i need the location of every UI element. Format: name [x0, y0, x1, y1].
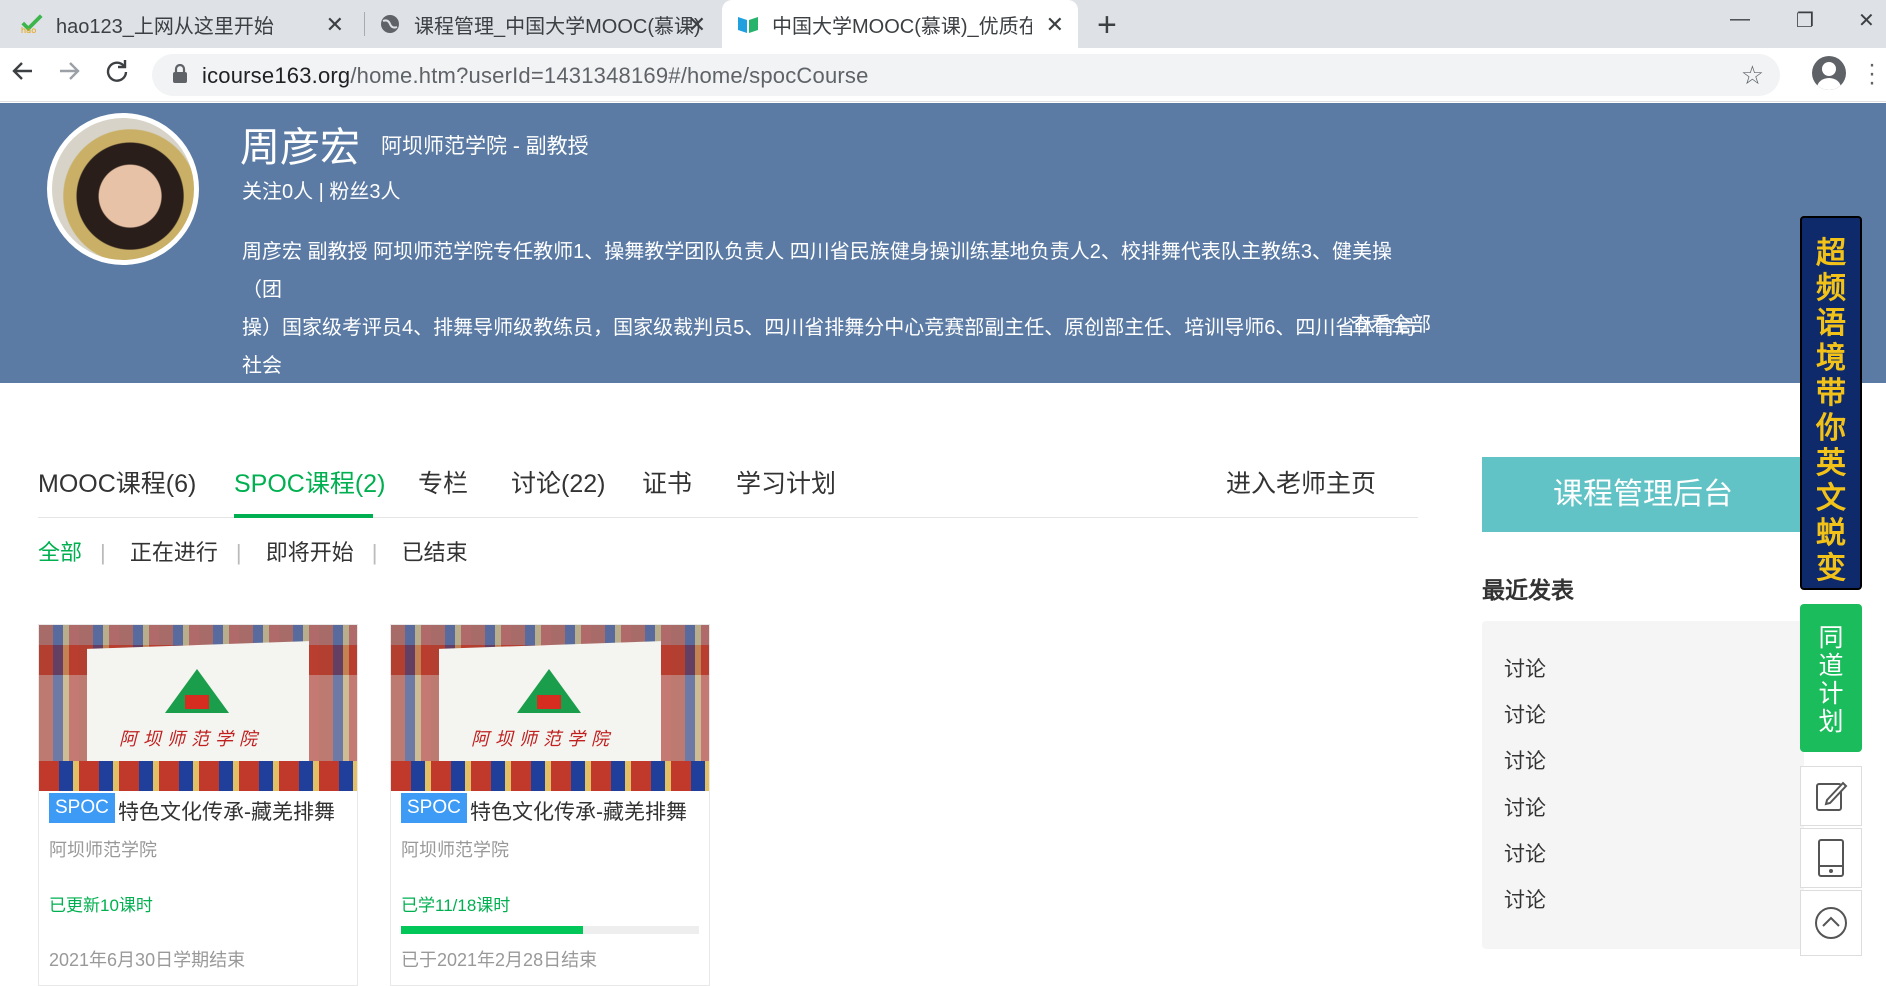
- teacher-name: 周彦宏: [240, 126, 360, 170]
- back-to-top-icon[interactable]: [1800, 890, 1862, 956]
- forward-arrow-icon[interactable]: [56, 58, 82, 91]
- filter-upcoming[interactable]: 即将开始: [266, 540, 354, 565]
- filter-divider: |: [235, 540, 242, 565]
- globe-icon: [378, 12, 402, 36]
- recent-posts-title: 最近发表: [1482, 577, 1574, 603]
- hao123-icon: hao: [20, 12, 44, 36]
- restore-button[interactable]: ❐: [1796, 8, 1814, 33]
- tab-study-plan[interactable]: 学习计划: [736, 464, 836, 500]
- tongdao-char: 划: [1818, 708, 1844, 736]
- filter-ongoing[interactable]: 正在进行: [130, 540, 218, 565]
- course-name[interactable]: 特色文化传承-藏羌排舞: [118, 796, 335, 826]
- bio-line: 体育指导中心操舞专家委员会委员，培训授课导师7、成都市体育局社会体育指导中心操舞…: [242, 393, 1090, 415]
- recent-posts-list: 讨论 讨论 讨论 讨论 讨论 讨论: [1482, 621, 1804, 949]
- course-end-date: 2021年6月30日学期结束: [49, 950, 246, 970]
- browser-tab-title: 课程管理_中国大学MOOC(慕课): [414, 15, 701, 38]
- filter-ended[interactable]: 已结束: [402, 540, 468, 565]
- browser-tab-bar: hao hao123_上网从这里开始 ✕ 课程管理_中国大学MOOC(慕课) ✕…: [0, 0, 1886, 48]
- course-progress-text: 已更新10课时: [49, 896, 153, 915]
- recent-post-item[interactable]: 讨论: [1504, 745, 1546, 775]
- filter-divider: |: [100, 540, 106, 565]
- browser-tab-course-manage[interactable]: 课程管理_中国大学MOOC(慕课) ✕: [370, 0, 720, 48]
- school-logo-accent: [537, 695, 561, 709]
- course-manage-button[interactable]: 课程管理后台: [1482, 457, 1804, 532]
- url-text: icourse163.org/home.htm?userId=143134816…: [202, 63, 869, 89]
- recent-post-item[interactable]: 讨论: [1504, 653, 1546, 683]
- course-cover-image[interactable]: 阿坝师范学院: [39, 625, 357, 791]
- course-school: 阿坝师范学院: [49, 840, 157, 860]
- bio-line: 周彦宏 副教授 阿坝师范学院专任教师1、操舞教学团队负责人 四川省民族健身操训练…: [242, 241, 1393, 301]
- svg-text:hao: hao: [21, 25, 36, 35]
- url-path: /home.htm?userId=1431348169#/home/spocCo…: [350, 63, 869, 88]
- browser-tab-title: hao123_上网从这里开始: [56, 15, 274, 38]
- cover-school-text: 阿坝师范学院: [471, 729, 615, 749]
- cover-costumes: [391, 761, 709, 791]
- tab-spoc[interactable]: SPOC课程(2): [234, 464, 385, 500]
- course-card[interactable]: 阿坝师范学院 SPOC 特色文化传承-藏羌排舞 阿坝师范学院 已学11/18课时…: [390, 624, 710, 986]
- teacher-avatar: [47, 113, 199, 265]
- close-tab-icon[interactable]: ✕: [688, 12, 706, 38]
- spoc-badge: SPOC: [401, 793, 467, 823]
- teacher-home-link[interactable]: 进入老师主页: [1226, 464, 1376, 500]
- course-progress-text: 已学11/18课时: [401, 896, 511, 915]
- spoc-badge: SPOC: [49, 793, 115, 823]
- browser-tab-mooc[interactable]: 中国大学MOOC(慕课)_优质在线 ✕: [722, 0, 1078, 48]
- teacher-bio: 周彦宏 副教授 阿坝师范学院专任教师1、操舞教学团队负责人 四川省民族健身操训练…: [242, 233, 1430, 423]
- follow-stats[interactable]: 关注0人 | 粉丝3人: [242, 175, 401, 204]
- tab-discussion[interactable]: 讨论(22): [511, 464, 605, 500]
- cover-costumes: [39, 761, 357, 791]
- tab-column[interactable]: 专栏: [418, 464, 468, 500]
- edit-icon[interactable]: [1800, 766, 1862, 826]
- url-host: icourse163.org: [202, 63, 351, 88]
- school-logo-accent: [185, 695, 209, 709]
- tongdao-plan-button[interactable]: 同 道 计 划: [1800, 604, 1862, 752]
- profile-banner: 周彦宏 阿坝师范学院 - 副教授 关注0人 | 粉丝3人 周彦宏 副教授 阿坝师…: [0, 103, 1886, 415]
- course-end-date: 已于2021年2月28日结束: [401, 950, 598, 970]
- status-filters: 全部 | 正在进行 | 即将开始 | 已结束: [38, 535, 486, 567]
- course-card[interactable]: 阿坝师范学院 SPOC 特色文化传承-藏羌排舞 阿坝师范学院 已更新10课时 2…: [38, 624, 358, 986]
- active-tab-indicator: [234, 514, 373, 518]
- recent-post-item[interactable]: 讨论: [1504, 792, 1546, 822]
- browser-menu-icon[interactable]: · · ·: [1868, 53, 1876, 95]
- teacher-photo: [52, 118, 194, 260]
- address-bar[interactable]: icourse163.org/home.htm?userId=143134816…: [152, 54, 1780, 96]
- course-name[interactable]: 特色文化传承-藏羌排舞: [470, 796, 687, 826]
- minimize-button[interactable]: —: [1730, 8, 1750, 31]
- course-tabs: MOOC课程(6) SPOC课程(2) 专栏 讨论(22) 证书 学习计划 进入…: [38, 458, 1418, 518]
- browser-tab-hao123[interactable]: hao hao123_上网从这里开始 ✕: [8, 0, 358, 48]
- course-progress-fill: [401, 926, 584, 934]
- filter-all[interactable]: 全部: [38, 540, 82, 565]
- bookmark-star-icon[interactable]: ☆: [1741, 60, 1764, 91]
- course-cover-image[interactable]: 阿坝师范学院: [391, 625, 709, 791]
- promo-char: 变: [1816, 552, 1846, 585]
- mobile-icon[interactable]: [1800, 828, 1862, 888]
- mooc-icon: [736, 12, 760, 36]
- bio-line: 操）国家级考评员4、排舞导师级教练员，国家级裁判员5、四川省排舞分中心竞赛部副主…: [242, 317, 1416, 377]
- course-progress-bar: [401, 926, 699, 934]
- close-window-button[interactable]: ✕: [1858, 8, 1875, 33]
- tab-separator: [364, 12, 365, 36]
- back-arrow-icon[interactable]: [10, 58, 36, 91]
- recent-post-item[interactable]: 讨论: [1504, 884, 1546, 914]
- recent-post-item[interactable]: 讨论: [1504, 699, 1546, 729]
- view-all-link[interactable]: 查看全部: [1351, 308, 1431, 337]
- close-tab-icon[interactable]: ✕: [1046, 12, 1064, 38]
- browser-toolbar: icourse163.org/home.htm?userId=143134816…: [0, 48, 1886, 102]
- new-tab-button[interactable]: +: [1097, 6, 1117, 45]
- cover-school-text: 阿坝师范学院: [119, 729, 263, 749]
- course-school: 阿坝师范学院: [401, 840, 509, 860]
- tab-certificate[interactable]: 证书: [642, 464, 692, 500]
- lock-icon: [172, 63, 188, 89]
- reload-icon[interactable]: [104, 58, 130, 91]
- tab-mooc[interactable]: MOOC课程(6): [38, 464, 196, 500]
- recent-post-item[interactable]: 讨论: [1504, 838, 1546, 868]
- browser-tab-title: 中国大学MOOC(慕课)_优质在线: [772, 15, 1032, 38]
- close-tab-icon[interactable]: ✕: [326, 12, 344, 38]
- teacher-affiliation: 阿坝师范学院 - 副教授: [381, 135, 589, 158]
- english-promo-banner[interactable]: 超 频 语 境 带 你 英 文 蜕 变: [1800, 216, 1862, 590]
- profile-avatar-icon[interactable]: [1812, 56, 1846, 90]
- filter-divider: |: [371, 540, 378, 565]
